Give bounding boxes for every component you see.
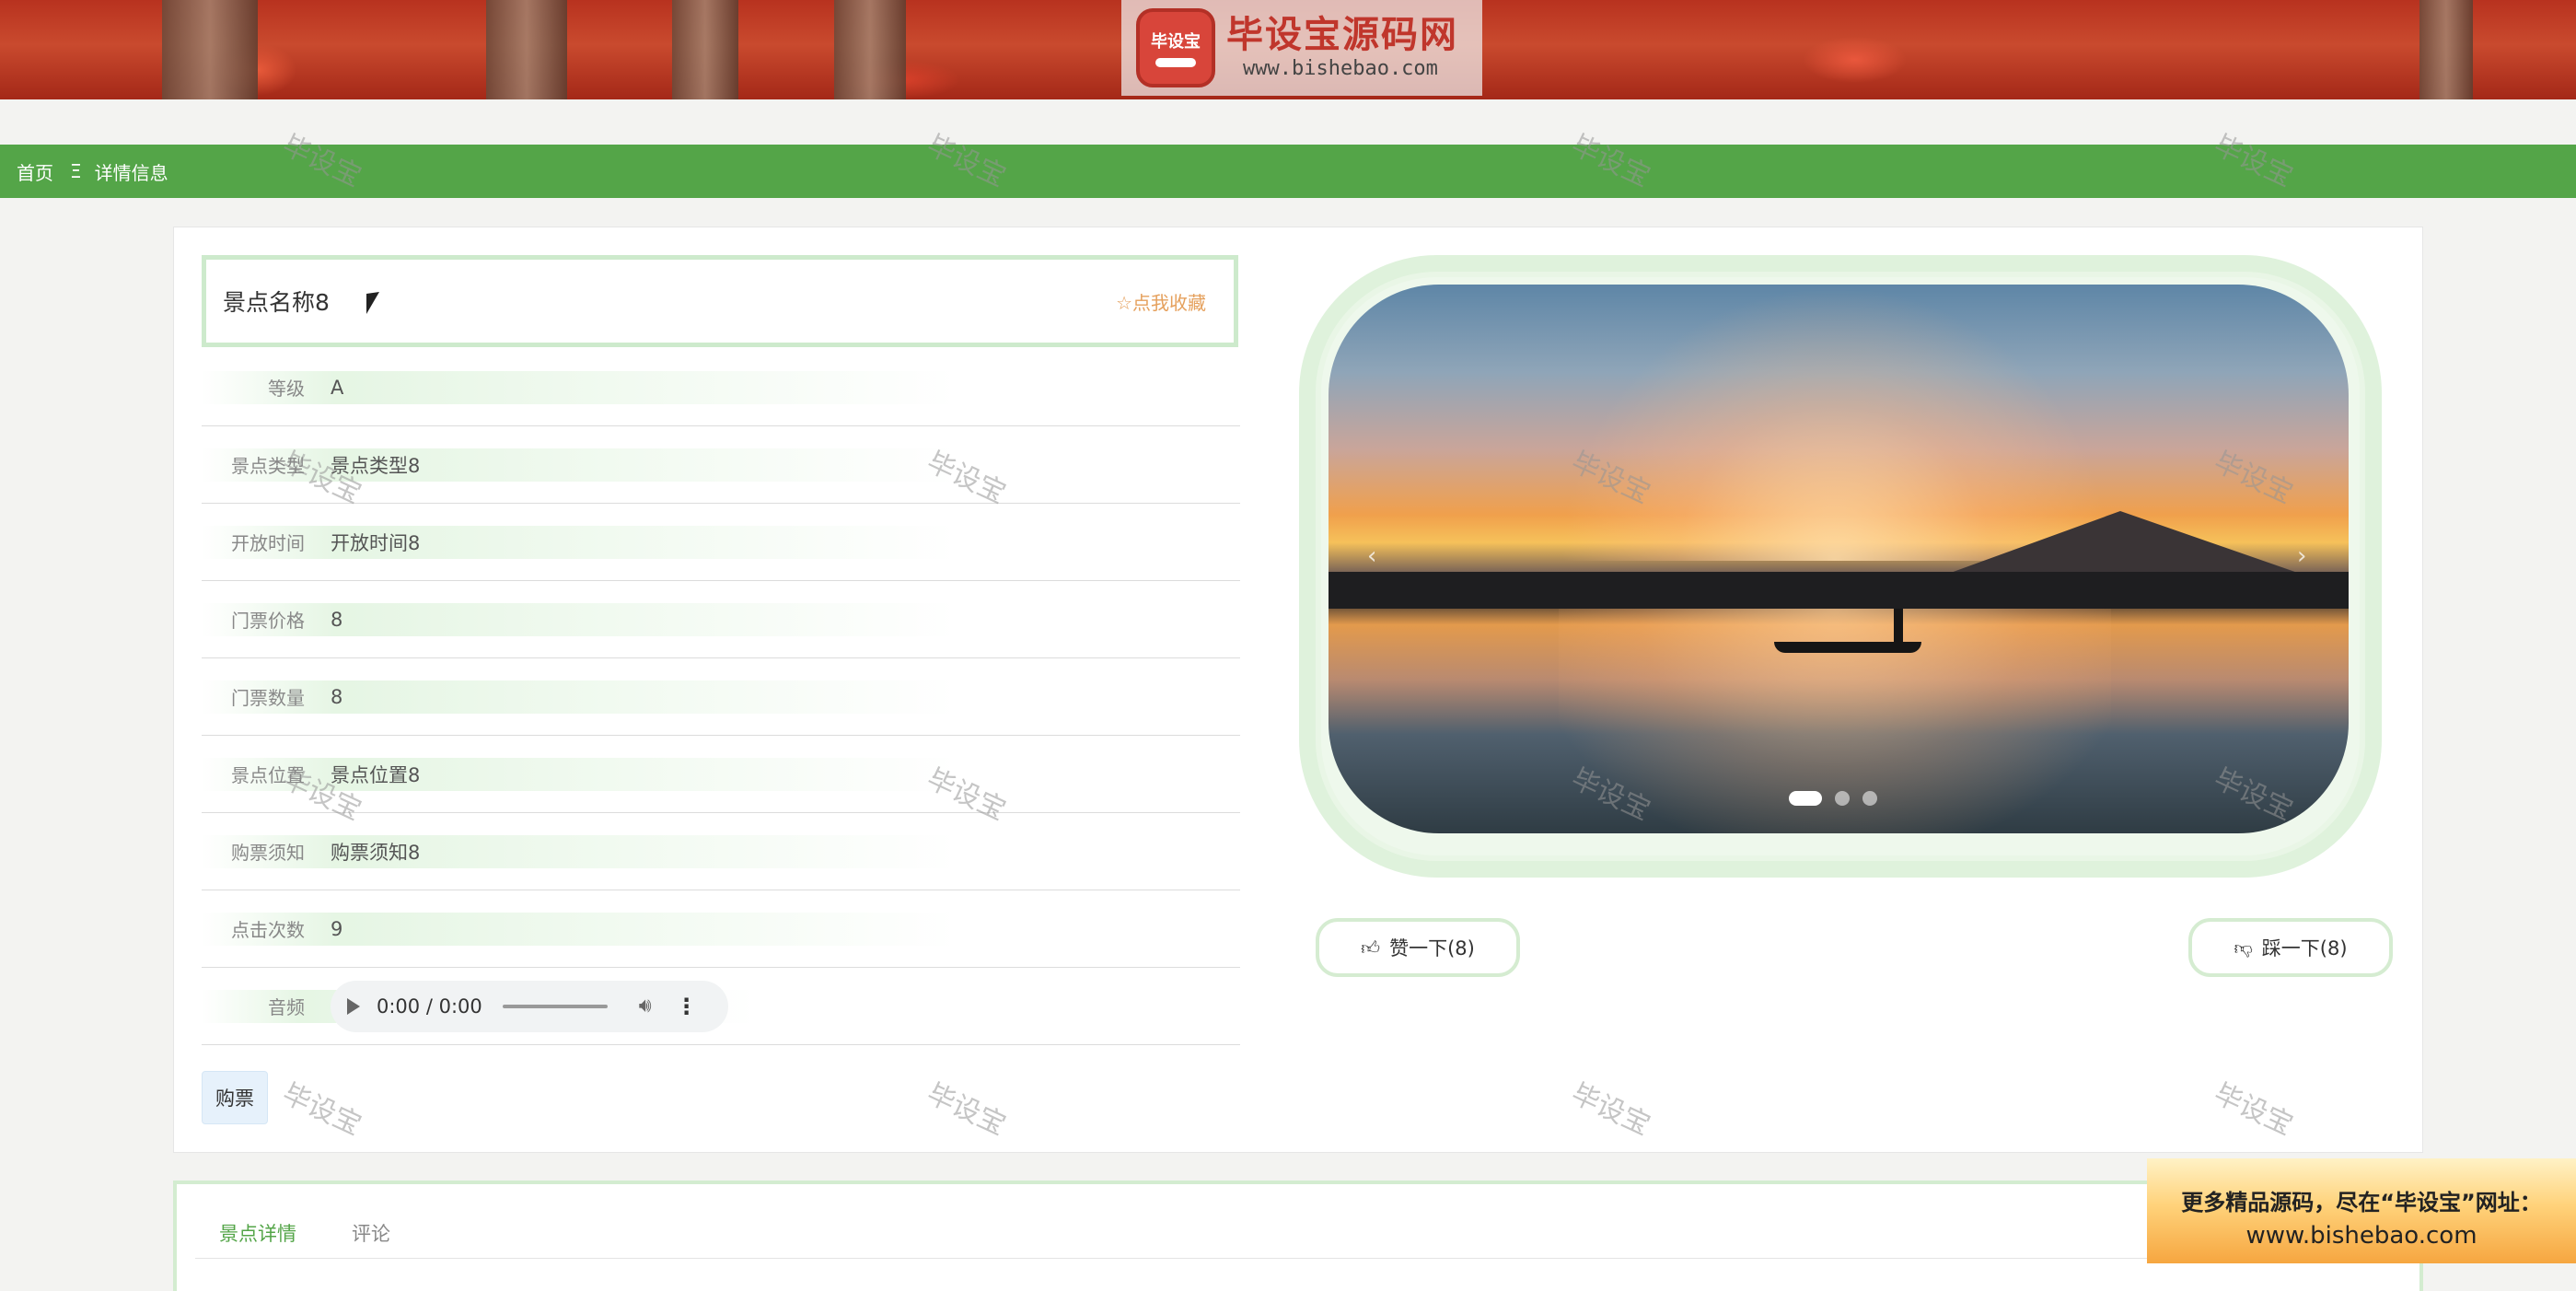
buy-ticket-button[interactable]: 购票 [202,1071,268,1124]
tab-comments[interactable]: 评论 [352,1219,390,1247]
like-label: 赞一下(8) [1389,937,1475,960]
field-row-audio: 音频 0:00 / 0:00 🔊︎ ⋮ [202,968,1240,1045]
tab-scenic-detail[interactable]: 景点详情 [219,1219,296,1247]
image-carousel[interactable]: ‹ › [1329,285,2349,833]
audio-progress-slider[interactable] [502,1004,608,1008]
audio-player[interactable]: 0:00 / 0:00 🔊︎ ⋮ [331,980,728,1032]
more-vertical-icon[interactable]: ⋮ [676,994,698,1019]
carousel-dot[interactable] [1789,791,1822,806]
promo-line-1: 更多精品源码，尽在“毕设宝”网址： [2181,1190,2542,1215]
tree-trunk [672,0,738,99]
logo-badge: 毕设宝 [1136,8,1215,87]
field-row-location: 景点位置 景点位置8 [202,736,1240,813]
tree-trunk [2419,0,2473,99]
carousel-dot[interactable] [1835,791,1850,806]
field-label: 购票须知 [231,842,305,864]
favorite-button[interactable]: ☆点我收藏 [1116,288,1206,315]
mouse-cursor [366,292,379,314]
field-row-grade: 等级 A [202,349,1240,426]
field-row-clicks: 点击次数 9 [202,890,1240,968]
field-value: 8 [331,608,343,631]
carousel-prev-arrow[interactable]: ‹ [1367,542,1376,570]
logo-badge-text: 毕设宝 [1151,32,1201,52]
field-value: 8 [331,685,343,708]
carousel-next-arrow[interactable]: › [2297,542,2306,570]
title-box: 景点名称8 ☆点我收藏 [202,255,1238,347]
carousel-indicators [1789,791,1890,806]
tree-trunk [162,0,258,99]
field-label: 音频 [268,996,305,1018]
breadcrumb-separator: Ξ [70,160,82,182]
like-button[interactable]: 👍︎ 赞一下(8) [1316,918,1520,977]
detail-tabs-card: 景点详情 评论 [173,1181,2423,1291]
field-row-ticket-price: 门票价格 8 [202,581,1240,658]
site-logo[interactable]: 毕设宝 毕设宝源码网 www.bishebao.com [1121,0,1482,96]
field-value: 购票须知8 [331,841,421,864]
field-value: 景点位置8 [331,763,421,786]
thumbs-up-icon: 👍︎ [1361,936,1381,959]
dislike-label: 踩一下(8) [2261,937,2348,960]
dislike-button[interactable]: 👎︎ 踩一下(8) [2188,918,2393,977]
breadcrumb: 首页 Ξ 详情信息 [0,145,2576,198]
breadcrumb-home-link[interactable]: 首页 [17,158,53,185]
top-banner: 毕设宝 毕设宝源码网 www.bishebao.com [0,0,2576,99]
field-label: 等级 [268,378,305,400]
field-value: 开放时间8 [331,531,421,554]
promo-banner[interactable]: 更多精品源码，尽在“毕设宝”网址： www.bishebao.com [2147,1158,2576,1263]
field-label: 门票价格 [231,610,305,632]
page-title: 景点名称8 [223,289,330,316]
field-row-open-time: 开放时间 开放时间8 [202,504,1240,581]
play-icon[interactable] [347,997,360,1015]
boat-shape [1774,642,1921,653]
thumbs-down-icon: 👎︎ [2234,936,2253,959]
logo-title: 毕设宝源码网 [1226,14,1458,56]
breadcrumb-current: 详情信息 [94,161,168,184]
field-label: 门票数量 [231,687,305,709]
field-row-notice: 购票须知 购票须知8 [202,813,1240,890]
tree-trunk [834,0,906,99]
field-value: 9 [331,917,343,940]
field-label: 点击次数 [231,919,305,941]
volume-icon[interactable]: 🔊︎ [639,994,652,1018]
field-row-ticket-count: 门票数量 8 [202,658,1240,736]
field-value: 景点类型8 [331,454,421,477]
tree-trunk [486,0,567,99]
carousel-dot[interactable] [1862,791,1877,806]
field-row-type: 景点类型 景点类型8 [202,426,1240,504]
field-label: 景点类型 [231,455,305,477]
field-label: 景点位置 [231,764,305,786]
promo-url[interactable]: www.bishebao.com [2147,1219,2576,1252]
field-value: A [331,376,344,399]
audio-time: 0:00 / 0:00 [377,994,482,1018]
detail-card: 景点名称8 ☆点我收藏 等级 A 景点类型 景点类型8 开放时间 开放时间8 门… [173,227,2423,1153]
logo-url: www.bishebao.com [1243,57,1438,80]
field-label: 开放时间 [231,532,305,554]
